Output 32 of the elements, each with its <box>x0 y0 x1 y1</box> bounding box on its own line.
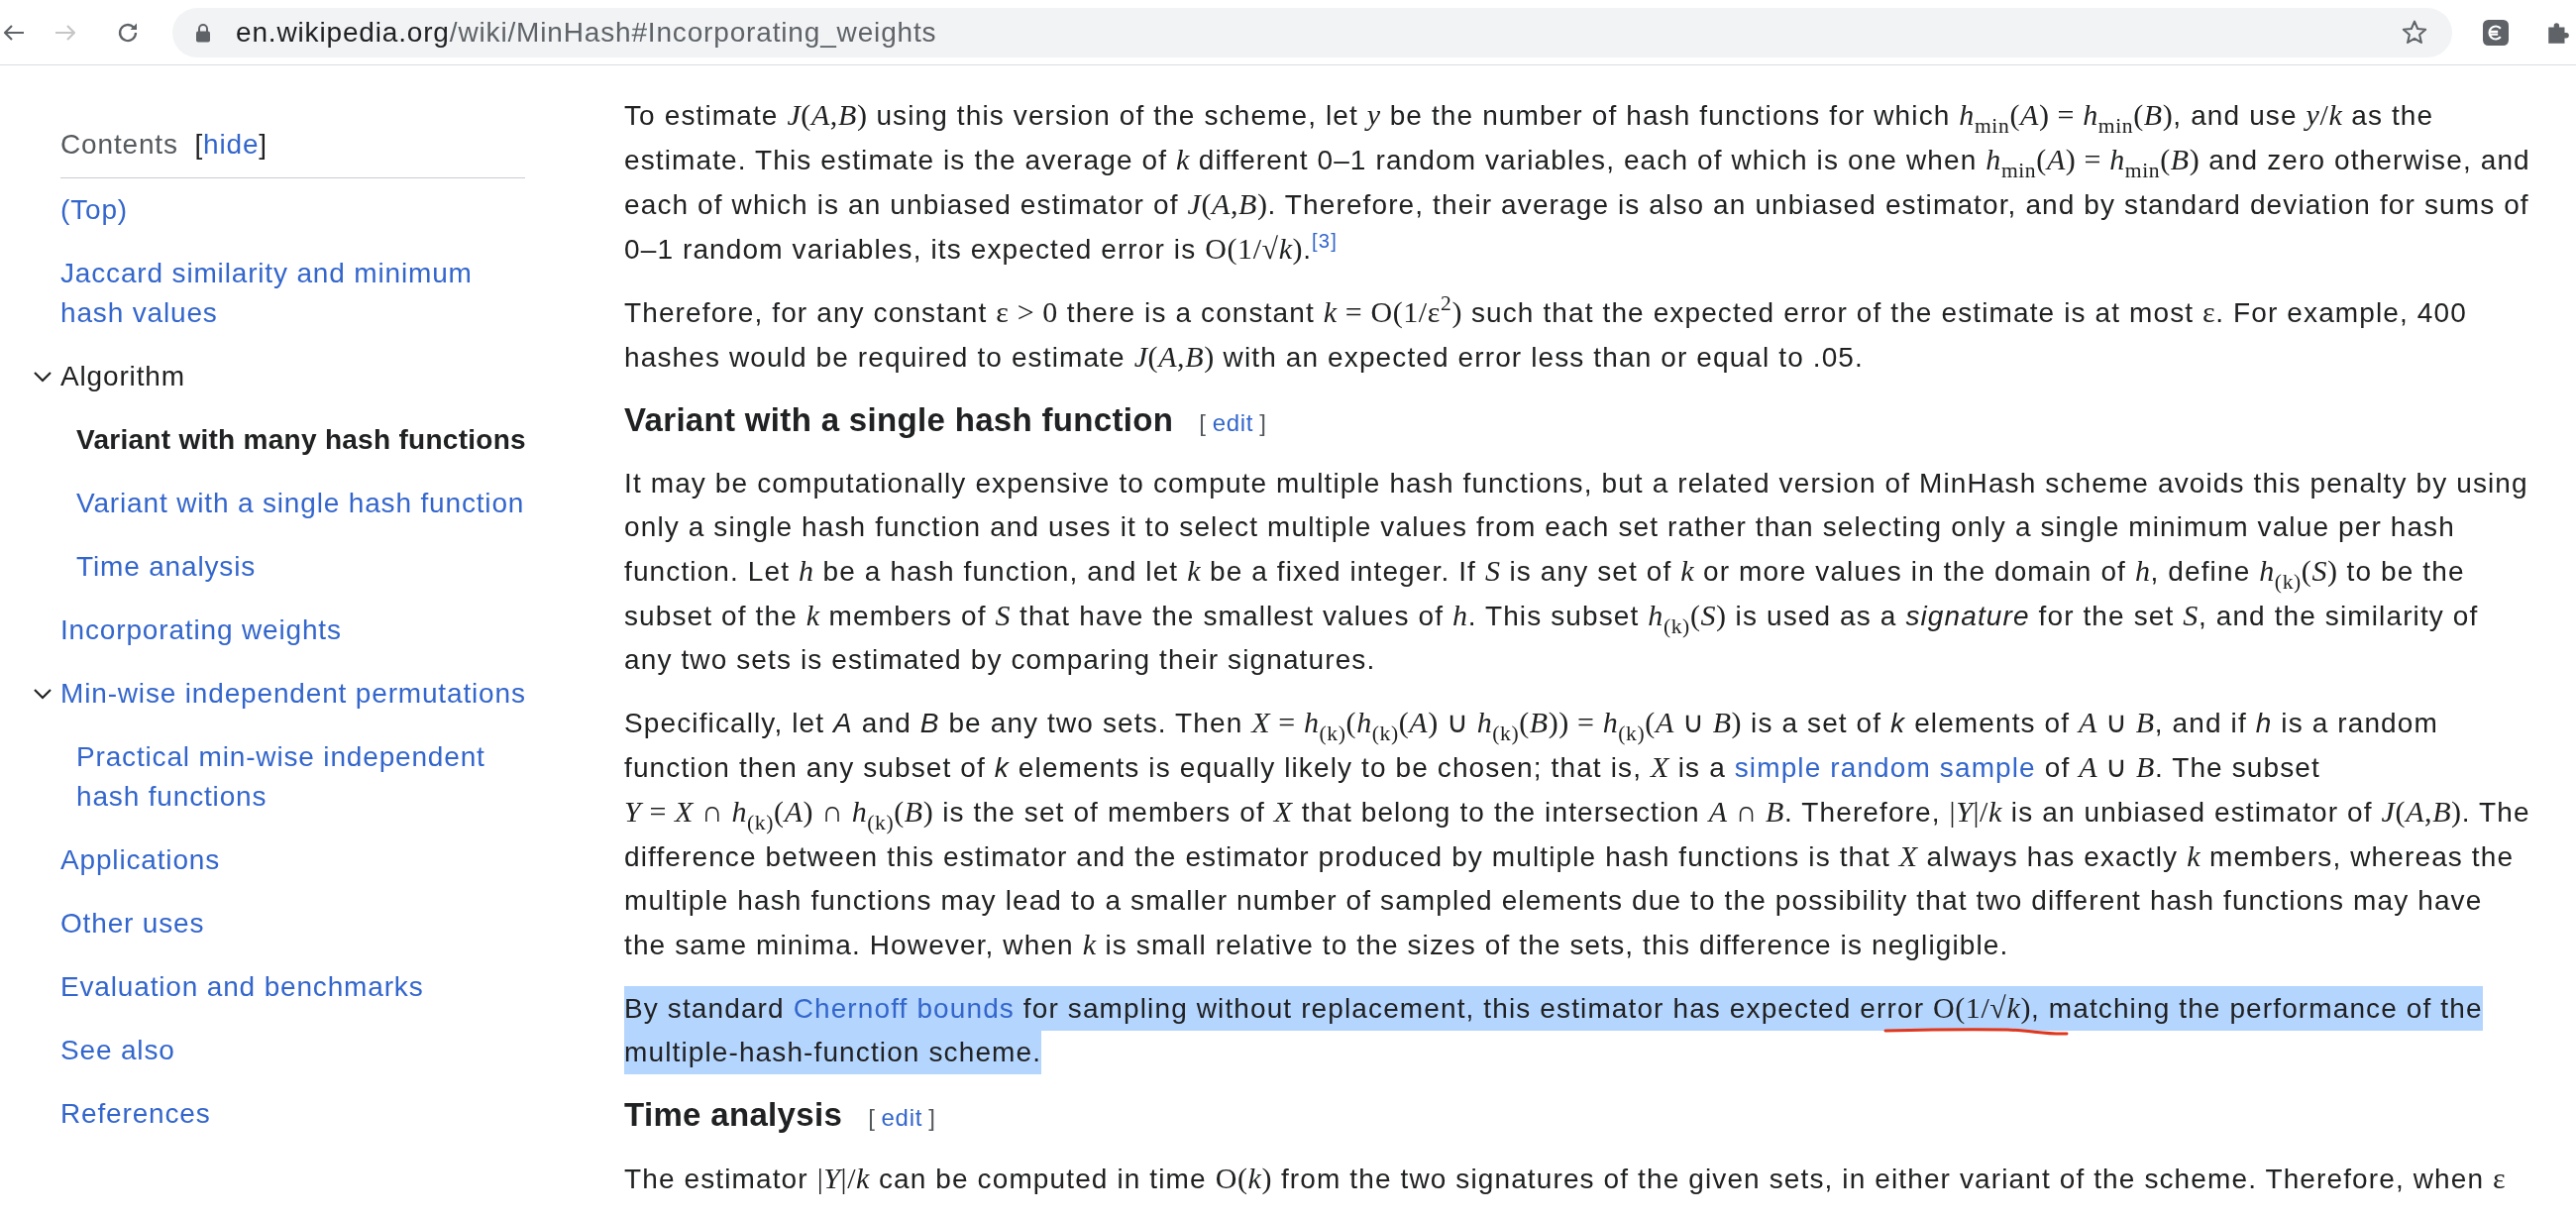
section-heading: Time analysis <box>624 1096 843 1133</box>
toc-link[interactable]: References <box>60 1094 211 1134</box>
toc-link[interactable]: Other uses <box>60 904 205 944</box>
edit-link[interactable]: [ edit ] <box>1199 409 1267 436</box>
paragraph: Therefore, for any constant ε > 0 there is a constant k = O(1/ε$^{2}$) such that the expected error of the estimate is at most ε. For example, 400 hashes would be required to estimate J(A,B) with an expected error less than or equal to .05. <box>624 290 2468 375</box>
toc-link[interactable]: Evaluation and benchmarks <box>60 967 424 1007</box>
paragraph: Specifically, let A and B be any two sets. Then X = h$_{(k)}$(h$_{(k)}$(A) ∪ h$_{(k)}$(B)) = h$_{(k)}$(A ∪ B) is a set of k elements of A ∪ B, and if h is a random function then any subset of k elements is equally likely to be chosen; that is, X is a simple random sample of A ∪ B. The subset Y = X ∩ h$_{(k)}$(A) ∩ h$_{(k)}$(B) is the set of members of X that belong to the intersection A ∩ B. Therefore, |Y|/k is an unbiased estimator of J(A,B). The difference between this estimator and the estimator produced by multiple hash functions is that X always has exactly k members, whereas the multiple hash functions may lead to a smaller number of sampled elements due to the possibility that two different hash functions may have the same minima. However, when k is small relative to the sizes of the sets, this difference is negligible. <box>624 705 2531 962</box>
toc-link[interactable]: Algorithm <box>60 357 185 396</box>
hide-link[interactable]: [hide] <box>194 129 268 160</box>
toc-link[interactable]: Min-wise independent permutations <box>60 674 526 714</box>
toc-link[interactable]: Variant with a single hash function <box>76 484 525 523</box>
euro-icon[interactable] <box>2483 19 2509 46</box>
contents-heading: Contents <box>60 129 178 160</box>
toc-link[interactable]: Incorporating weights <box>60 610 342 650</box>
section-heading: Variant with a single hash function <box>624 401 1174 438</box>
toc-link[interactable]: Variant with many hash functions <box>76 420 526 460</box>
toc-link[interactable]: See also <box>60 1031 175 1070</box>
paragraph: To estimate J(A,B) using this version of the scheme, let y be the number of hash functions for which h$_{min}$(A) = h$_{min}$(B), and use y/k as the estimate. This estimate is the average of k different 0–1 random variables, each of which is one when h$_{min}$(A) = h$_{min}$(B) and zero otherwise, and each of which is an unbiased estimator of J(A,B). Therefore, their average is also an unbiased estimator, and by standard deviation for sums of 0–1 random variables, its expected error is O(1/√k).$^{[3]}$ <box>624 97 2531 267</box>
citation-link[interactable]: [3] <box>1312 229 1338 252</box>
lock-icon[interactable] <box>195 22 211 43</box>
paragraph: The estimator |Y|/k can be computed in time O(k) from the two signatures of the given sets, in either variant of the scheme. Therefore, when ε <box>624 1161 2508 1196</box>
toc-link[interactable]: Time analysis <box>76 547 257 587</box>
toc-link[interactable]: Practical min-wise independent hash functions <box>76 737 535 817</box>
toc-link[interactable]: Applications <box>60 840 221 880</box>
paragraph: It may be computationally expensive to compute multiple hash functions, but a related version of MinHash scheme avoids this penalty by using only a single hash function and uses it to select multiple values from each set rather than selecting only a single minimum value per hash function. Let h be a hash function, and let k be a fixed integer. If S is any set of k or more values in the domain of h, define h$_{(k)}$(S) to be the subset of the k members of S that have the smallest values of h. This subset h$_{(k)}$(S) is used as a signature for the set S, and the similarity of any two sets is estimated by comparing their signatures. <box>624 467 2529 677</box>
article-link[interactable]: simple random sample <box>1734 752 2036 783</box>
toc-link[interactable]: (Top) <box>60 190 128 230</box>
article-link[interactable]: Chernoff bounds <box>793 993 1015 1024</box>
address-bar[interactable]: en.wikipedia.org/wiki/MinHash#Incorporating_weights <box>172 7 2452 57</box>
toc-link[interactable]: Jaccard similarity and minimum hash values <box>60 254 535 333</box>
star-icon[interactable] <box>2402 19 2427 46</box>
edit-link[interactable]: [ edit ] <box>868 1104 936 1131</box>
